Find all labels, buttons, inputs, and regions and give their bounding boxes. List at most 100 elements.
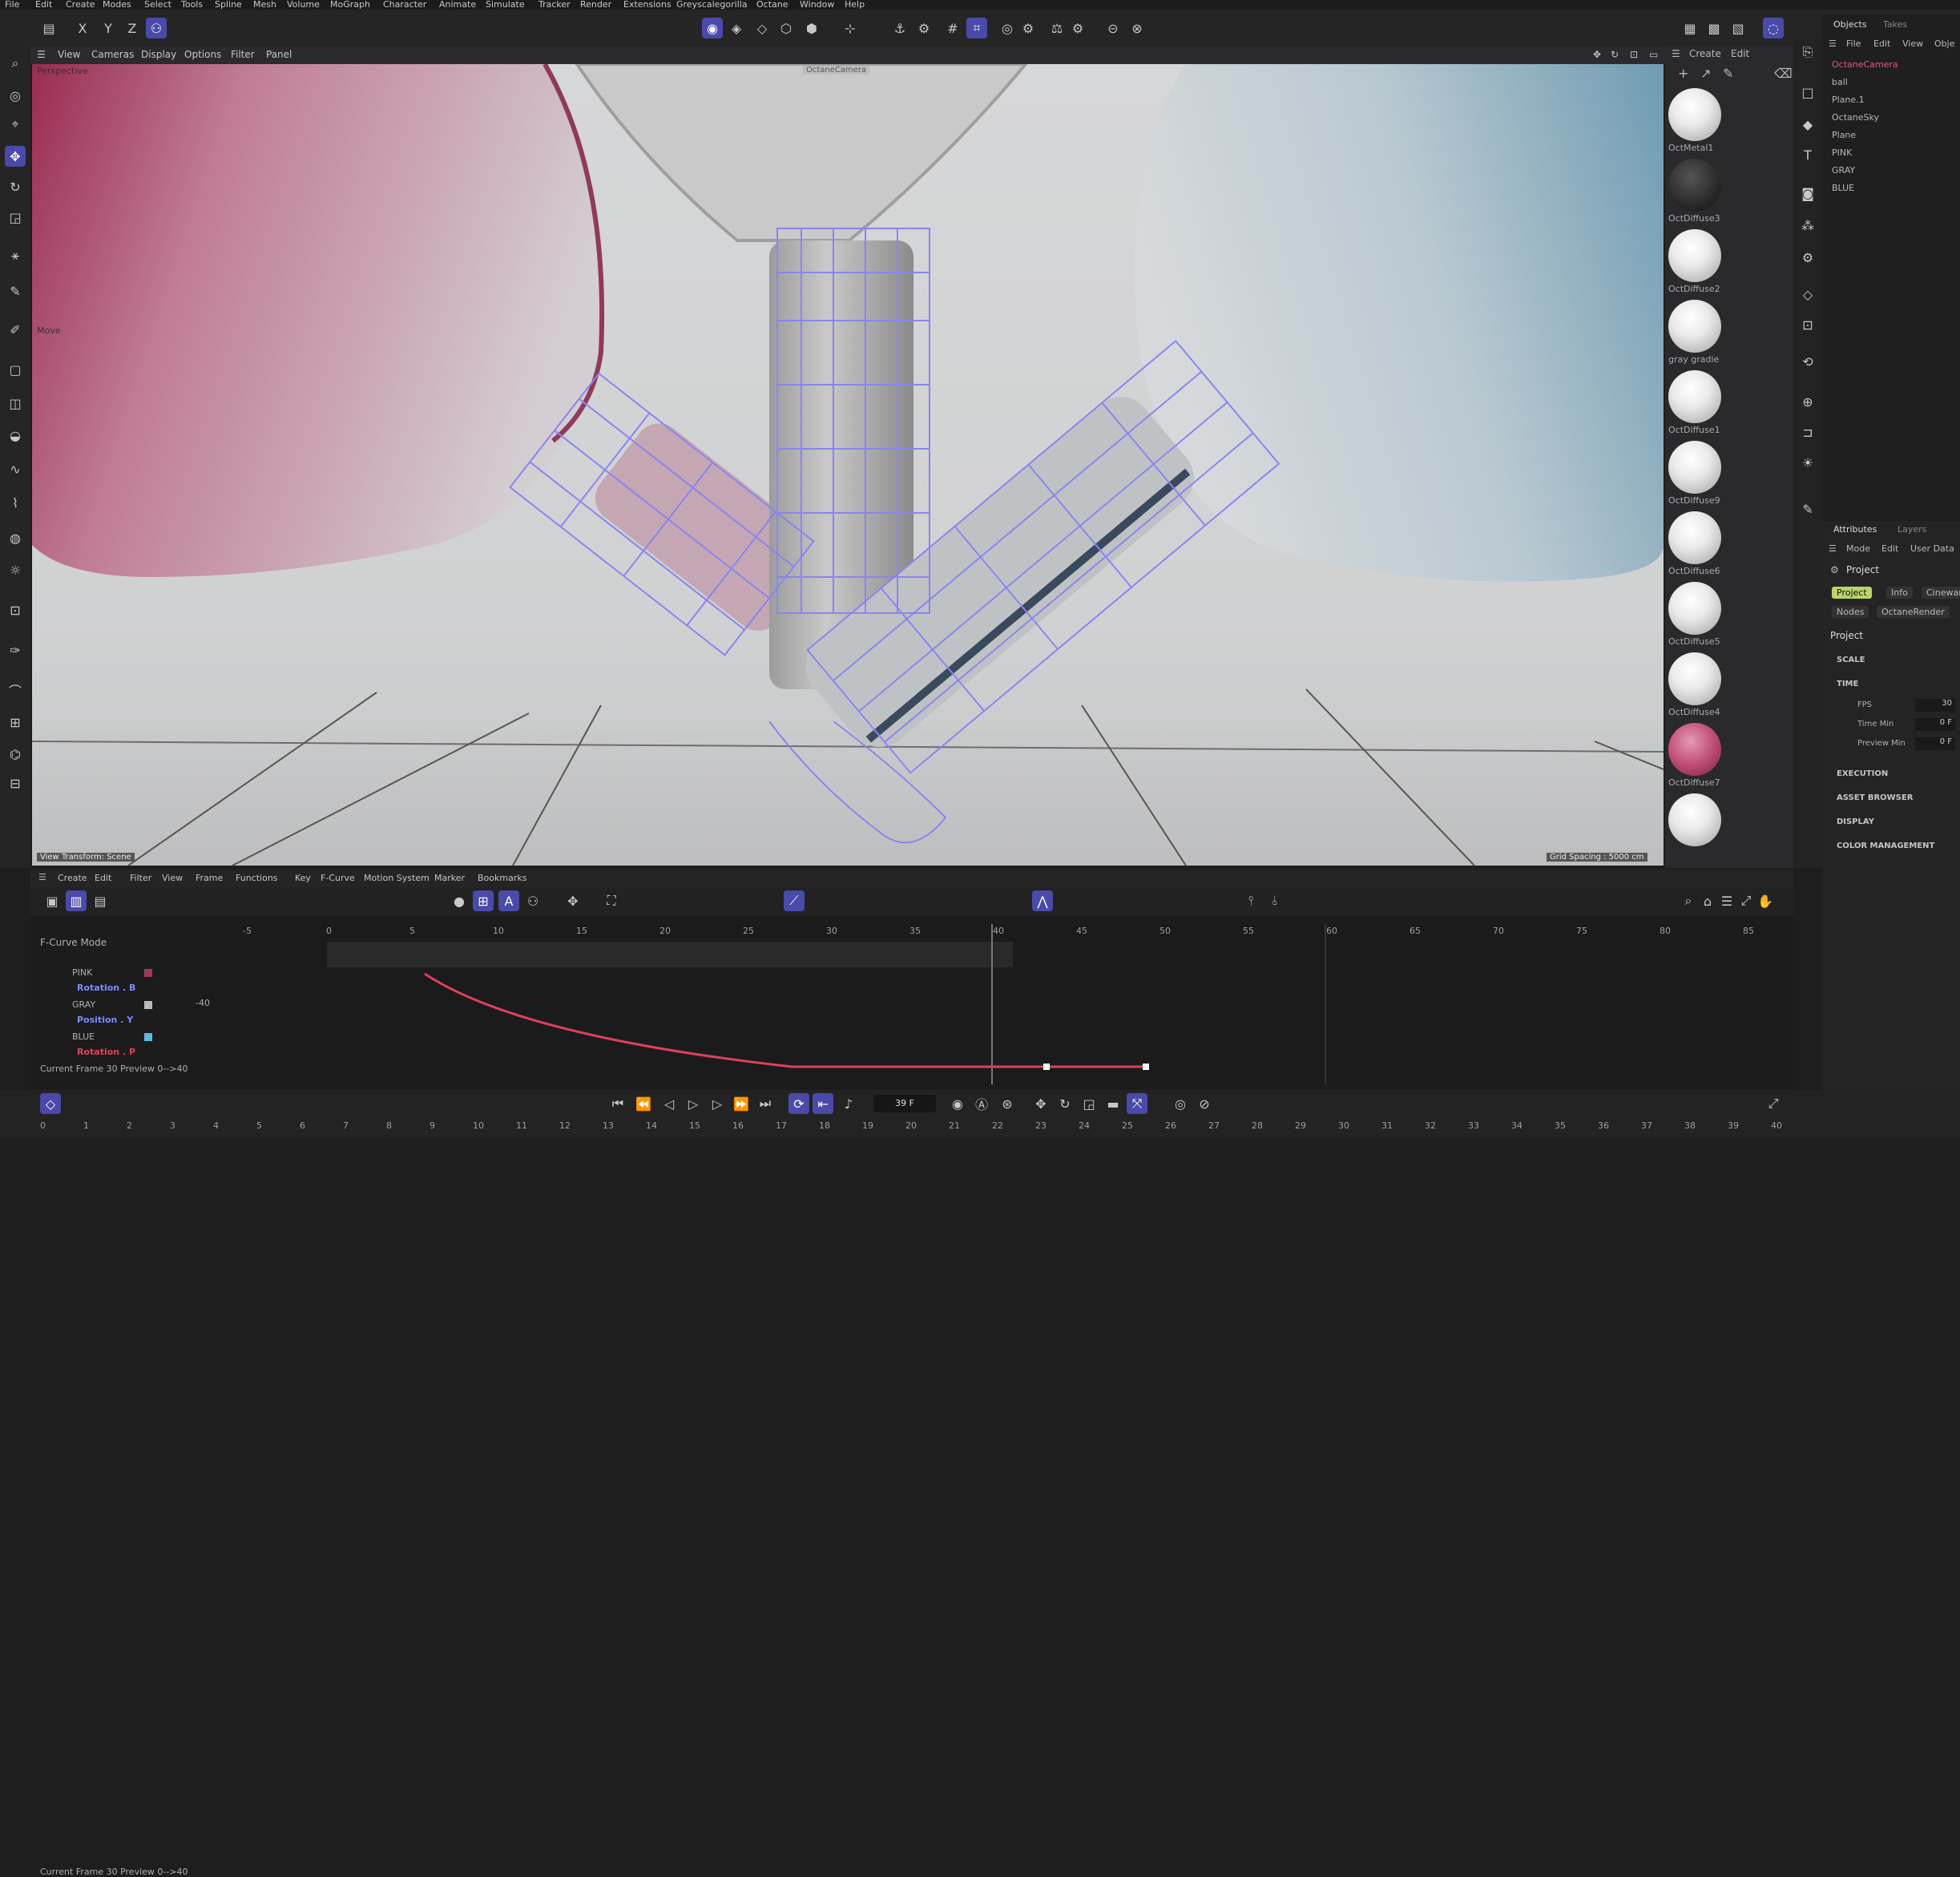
camera-icon[interactable]: ⊡ (5, 599, 26, 620)
timeline-menu-edit[interactable]: Edit (95, 873, 111, 883)
key-pla-icon[interactable]: ⤧ (1127, 1093, 1147, 1114)
key-rotation-icon[interactable]: ↻ (1055, 1093, 1075, 1114)
menu-item-window[interactable]: Window (800, 0, 834, 10)
frame-icon[interactable]: ⊡ (1797, 314, 1818, 335)
octane-live-icon[interactable]: ⊗ (1127, 18, 1147, 38)
menu-item-modes[interactable]: Modes (103, 0, 131, 10)
curve-key[interactable] (1143, 1064, 1149, 1070)
viewport-menu-display[interactable]: Display (141, 49, 176, 60)
sound-icon[interactable]: ♪ (838, 1093, 859, 1114)
menu-item-mesh[interactable]: Mesh (253, 0, 276, 10)
box-icon[interactable]: ▢ (5, 359, 26, 380)
object-item-octanesky[interactable]: OctaneSky (1832, 112, 1879, 123)
cube-outline-icon[interactable]: □ (1797, 82, 1818, 103)
layout-save-icon[interactable]: ▦ (1680, 18, 1700, 38)
menu-item-mograph[interactable]: MoGraph (330, 0, 370, 10)
attr-group-execution[interactable]: EXECUTION (1837, 769, 1888, 778)
track-pink[interactable]: PINK (72, 967, 92, 978)
preview-range-icon[interactable]: ⇤ (813, 1093, 833, 1114)
layout-switch-icon[interactable]: ⎘ (1797, 42, 1818, 63)
keyframe-icon[interactable]: ◇ (40, 1093, 61, 1114)
tab-attributes[interactable]: Attributes (1833, 524, 1877, 535)
key-position-icon[interactable]: ✥ (1030, 1093, 1051, 1114)
selection-icon[interactable]: ◎ (5, 85, 26, 106)
sphere-icon[interactable]: ◒ (5, 425, 26, 446)
material-ball[interactable] (1668, 511, 1721, 564)
viewport-menu-filter[interactable]: Filter (231, 49, 255, 60)
timeline-expand-icon[interactable]: ⤢ (1736, 890, 1756, 911)
viewport-nav-icon[interactable]: ✥ (1593, 49, 1601, 60)
timeline-menu-create[interactable]: Create (58, 873, 87, 883)
model-mode-icon[interactable]: ◉ (702, 18, 723, 38)
object-item-ball[interactable]: ball (1832, 77, 1848, 87)
sun-icon[interactable]: ☀ (1797, 452, 1818, 473)
brush-icon[interactable]: ✎ (5, 281, 26, 301)
polygon-pen-icon[interactable]: ✐ (5, 319, 26, 340)
snap-settings-icon[interactable]: ⚙ (913, 18, 934, 38)
paint-icon[interactable]: ✑ (5, 640, 26, 660)
axis-z-toggle[interactable]: Z (122, 18, 143, 38)
timeline-menu-icon[interactable]: ☰ (38, 872, 46, 882)
viewport-maximize-icon[interactable]: ⊡ (1630, 49, 1638, 60)
workplane-icon[interactable]: ⌗ (966, 18, 987, 38)
timeline-menu-bookmarks[interactable]: Bookmarks (478, 873, 526, 883)
track-gray[interactable]: GRAY (72, 999, 95, 1010)
track-property[interactable]: Position . Y (77, 1015, 133, 1025)
grid-icon[interactable]: # (942, 18, 963, 38)
tag-icon[interactable]: ◇ (1797, 284, 1818, 305)
layout-load-icon[interactable]: ▩ (1704, 18, 1724, 38)
spline-icon[interactable]: ∿ (5, 458, 26, 479)
scheme-icon[interactable]: ⊘ (1194, 1093, 1215, 1114)
edit-icon[interactable]: ✎ (1797, 499, 1818, 519)
xref-icon[interactable]: ⟲ (1797, 351, 1818, 372)
menu-item-simulate[interactable]: Simulate (486, 0, 525, 10)
fcurve-graph[interactable] (183, 924, 1785, 1084)
object-item-blue[interactable]: BLUE (1832, 183, 1854, 193)
prev-frame-icon[interactable]: ◁ (659, 1093, 680, 1114)
user-icon[interactable]: ⚇ (522, 890, 543, 911)
objects-menu-edit[interactable]: Edit (1873, 38, 1890, 49)
viewport-menu-options[interactable]: Options (184, 49, 221, 60)
subtab-octanerender[interactable]: OctaneRender (1877, 606, 1950, 618)
cube-blue-icon[interactable]: ◆ (1797, 114, 1818, 135)
menu-item-tools[interactable]: Tools (181, 0, 203, 10)
subtab-info[interactable]: Info (1886, 587, 1913, 599)
object-item-plane[interactable]: Plane (1832, 130, 1856, 140)
render-settings-icon[interactable]: ⚙ (1018, 18, 1038, 38)
camera-object-icon[interactable]: ◙ (1797, 183, 1818, 204)
timeline-filter-icon[interactable]: ☰ (1716, 890, 1737, 911)
trash-icon[interactable]: ⌫ (1774, 66, 1793, 81)
auto-key-icon[interactable]: Ⓐ (971, 1093, 992, 1114)
globe-icon[interactable]: ⊕ (1797, 391, 1818, 412)
snap-left-icon[interactable]: ⌬ (5, 744, 26, 765)
snap-icon[interactable]: ⚓ (889, 18, 910, 38)
viewport-menu-panel[interactable]: Panel (266, 49, 292, 60)
scale-tool-icon[interactable]: ◲ (5, 207, 26, 228)
attributes-menu-icon[interactable]: ☰ (1829, 543, 1837, 554)
attr-group-time[interactable]: TIME (1837, 680, 1858, 688)
attr-group-display[interactable]: DISPLAY (1837, 817, 1874, 826)
render-view-icon[interactable]: ◎ (997, 18, 1018, 38)
timeline-menu-f-curve[interactable]: F-Curve (321, 873, 355, 883)
menu-item-animate[interactable]: Animate (439, 0, 476, 10)
move-key-icon[interactable]: ✥ (563, 890, 583, 911)
fold-icon[interactable]: ⊐ (1797, 422, 1818, 442)
menu-item-spline[interactable]: Spline (215, 0, 242, 10)
material-ball[interactable] (1668, 370, 1721, 423)
record-icon[interactable]: ◉ (947, 1093, 968, 1114)
play-icon[interactable]: ▷ (683, 1093, 704, 1114)
cylinder-icon[interactable]: ◫ (5, 393, 26, 414)
attributes-menu-mode[interactable]: Mode (1846, 543, 1870, 554)
time-field-value[interactable]: 0 F (1915, 718, 1955, 731)
dopesheet-icon[interactable]: ▣ (42, 890, 63, 911)
viewport-menu-cameras[interactable]: Cameras (91, 49, 134, 60)
menu-item-file[interactable]: File (5, 0, 19, 10)
tab-layers[interactable]: Layers (1897, 524, 1926, 535)
track-blue[interactable]: BLUE (72, 1031, 95, 1042)
material-ball[interactable] (1668, 300, 1721, 353)
prev-key-icon[interactable]: ⏪ (633, 1093, 654, 1114)
hierarchy-icon[interactable]: ⊞ (473, 890, 494, 911)
material-ball[interactable] (1668, 652, 1721, 705)
timeline-menu-functions[interactable]: Functions (236, 873, 278, 883)
menu-item-character[interactable]: Character (383, 0, 426, 10)
